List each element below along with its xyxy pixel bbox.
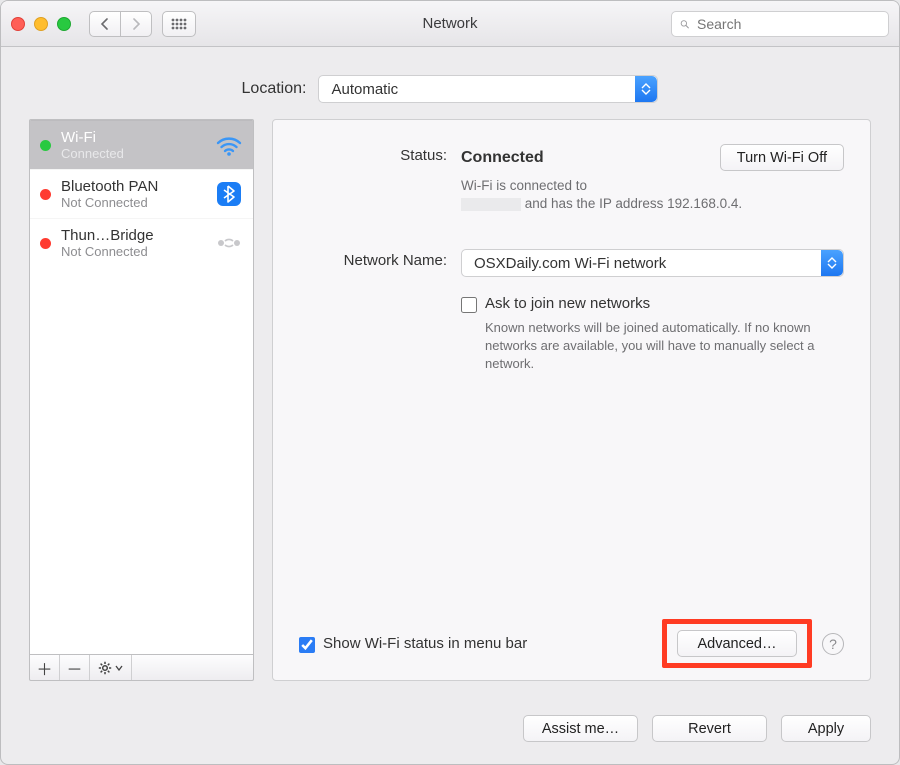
location-label: Location: — [242, 80, 307, 98]
tutorial-highlight: Advanced… — [662, 619, 812, 668]
advanced-button[interactable]: Advanced… — [677, 630, 797, 657]
sidebar-item-bluetooth-pan[interactable]: Bluetooth PAN Not Connected — [30, 169, 253, 218]
revert-button[interactable]: Revert — [652, 715, 767, 742]
sidebar-item-name: Bluetooth PAN — [61, 178, 205, 195]
interfaces-sidebar: Wi-Fi Connected Bluetooth PAN Not Connec… — [29, 119, 254, 681]
remove-interface-button[interactable]: － — [60, 655, 90, 680]
network-name-value: OSXDaily.com Wi-Fi network — [474, 255, 666, 272]
sidebar-item-thunderbolt-bridge[interactable]: Thun…Bridge Not Connected — [30, 218, 253, 267]
minimize-button[interactable] — [34, 17, 48, 31]
sidebar-item-name: Thun…Bridge — [61, 227, 205, 244]
network-name-select[interactable]: OSXDaily.com Wi-Fi network — [461, 249, 844, 277]
sidebar-item-status: Not Connected — [61, 244, 205, 259]
status-label: Status: — [299, 144, 447, 213]
ask-to-join-checkbox[interactable]: Ask to join new networks — [461, 295, 844, 313]
network-name-label: Network Name: — [299, 249, 447, 277]
select-caret-icon — [635, 76, 657, 102]
show-wifi-status-checkbox[interactable]: Show Wi-Fi status in menu bar — [299, 635, 527, 653]
zoom-button[interactable] — [57, 17, 71, 31]
forward-button[interactable] — [120, 11, 152, 37]
chevron-left-icon — [100, 18, 110, 30]
help-button[interactable]: ? — [822, 633, 844, 655]
show-wifi-status-input[interactable] — [299, 637, 315, 653]
status-subtext: Wi-Fi is connected to and has the IP add… — [461, 177, 844, 213]
status-dot-icon — [40, 189, 51, 200]
sidebar-item-status: Connected — [61, 146, 205, 161]
ask-to-join-description: Known networks will be joined automatica… — [485, 319, 825, 372]
sidebar-item-name: Wi-Fi — [61, 129, 205, 146]
redacted-ssid — [461, 198, 521, 211]
location-row: Location: Automatic — [1, 47, 899, 119]
chevron-right-icon — [131, 18, 141, 30]
grid-icon — [171, 18, 187, 30]
assist-me-button[interactable]: Assist me… — [523, 715, 638, 742]
back-button[interactable] — [89, 11, 121, 37]
sidebar-toolbar: ＋ － — [29, 655, 254, 681]
status-value: Connected — [461, 149, 544, 167]
interface-detail-panel: Status: Connected Turn Wi-Fi Off Wi-Fi i… — [272, 119, 871, 681]
network-preferences-window: Network Location: Automatic Wi-Fi — [0, 0, 900, 765]
window-toolbar: Network — [1, 1, 899, 47]
chevron-down-icon — [115, 665, 123, 671]
wifi-icon — [215, 134, 243, 156]
ask-to-join-input[interactable] — [461, 297, 477, 313]
traffic-lights — [11, 17, 71, 31]
show-wifi-status-label: Show Wi-Fi status in menu bar — [323, 635, 527, 652]
search-icon — [680, 17, 689, 31]
sidebar-item-wifi[interactable]: Wi-Fi Connected — [30, 120, 253, 169]
bluetooth-icon — [215, 181, 243, 207]
location-select[interactable]: Automatic — [318, 75, 658, 103]
status-dot-icon — [40, 238, 51, 249]
apply-button[interactable]: Apply — [781, 715, 871, 742]
navigation-buttons — [89, 11, 152, 37]
bridge-icon — [215, 233, 243, 253]
add-interface-button[interactable]: ＋ — [30, 655, 60, 680]
search-input[interactable] — [695, 15, 880, 33]
gear-icon — [98, 661, 112, 675]
location-value: Automatic — [331, 81, 398, 98]
sidebar-item-status: Not Connected — [61, 195, 205, 210]
show-all-button[interactable] — [162, 11, 196, 37]
interface-actions-menu[interactable] — [90, 655, 132, 680]
search-field-wrap[interactable] — [671, 11, 889, 37]
status-dot-icon — [40, 140, 51, 151]
select-caret-icon — [821, 250, 843, 276]
close-button[interactable] — [11, 17, 25, 31]
ask-to-join-label: Ask to join new networks — [485, 295, 650, 312]
wifi-toggle-button[interactable]: Turn Wi-Fi Off — [720, 144, 844, 171]
dialog-footer: Assist me… Revert Apply — [1, 697, 899, 764]
